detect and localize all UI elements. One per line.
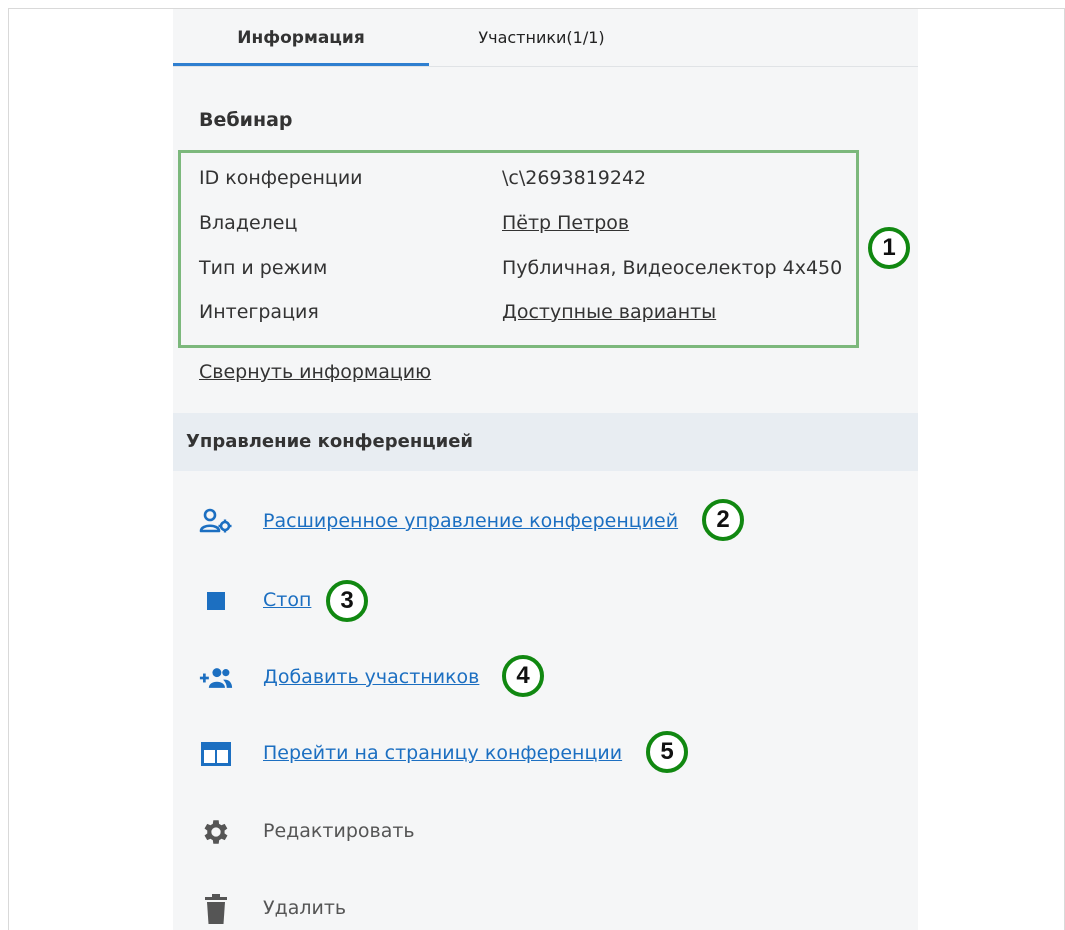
delete-label: Удалить — [263, 897, 347, 919]
info-row-type-mode: Тип и режим Публичная, Видеоселектор 4x4… — [199, 257, 859, 283]
info-value: Публичная, Видеоселектор 4x450 — [502, 257, 843, 279]
section-title: Вебинар — [199, 109, 293, 131]
add-users-icon — [199, 662, 233, 694]
add-participants-link[interactable]: Добавить участников — [263, 666, 479, 688]
advanced-management-link[interactable]: Расширенное управление конференцией — [263, 510, 678, 532]
stop-link[interactable]: Стоп — [263, 589, 311, 611]
callout-badge-2: 2 — [702, 499, 744, 541]
user-gear-icon — [199, 506, 233, 538]
conference-page-link[interactable]: Перейти на страницу конференции — [263, 742, 622, 764]
gear-icon — [199, 816, 233, 848]
owner-link[interactable]: Пётр Петров — [502, 212, 629, 234]
conference-panel: Информация Участники(1/1) Вебинар ID кон… — [173, 9, 918, 930]
trash-icon — [199, 893, 233, 925]
info-row-owner: Владелец Пётр Петров — [199, 212, 859, 238]
callout-badge-3: 3 — [326, 580, 368, 622]
tab-participants[interactable]: Участники(1/1) — [429, 9, 654, 66]
info-value: \c\2693819242 — [502, 167, 647, 189]
browser-window-icon — [199, 738, 233, 770]
info-row-integration: Интеграция Доступные варианты — [199, 301, 859, 327]
callout-badge-1: 1 — [868, 227, 910, 269]
edit-label: Редактировать — [263, 820, 415, 842]
info-label: Интеграция — [199, 301, 319, 323]
info-label: Тип и режим — [199, 257, 328, 279]
tab-bar: Информация Участники(1/1) — [173, 9, 918, 67]
info-row-conference-id: ID конференции \c\2693819242 — [199, 167, 859, 193]
collapse-info-link[interactable]: Свернуть информацию — [199, 361, 431, 383]
info-label: Владелец — [199, 212, 298, 234]
tab-information[interactable]: Информация — [173, 9, 429, 66]
integration-link[interactable]: Доступные варианты — [502, 301, 716, 323]
stop-icon — [199, 585, 233, 617]
action-add-participants: Добавить участников — [173, 658, 918, 698]
management-title: Управление конференцией — [186, 431, 474, 452]
action-edit[interactable]: Редактировать — [173, 812, 918, 852]
callout-badge-5: 5 — [646, 731, 688, 773]
action-advanced-management: Расширенное управление конференцией — [173, 502, 918, 542]
action-delete[interactable]: Удалить — [173, 889, 918, 929]
info-label: ID конференции — [199, 167, 363, 189]
action-stop: Стоп — [173, 581, 918, 621]
management-header: Управление конференцией — [173, 413, 918, 471]
callout-badge-4: 4 — [502, 655, 544, 697]
action-open-conference-page: Перейти на страницу конференции — [173, 734, 918, 774]
